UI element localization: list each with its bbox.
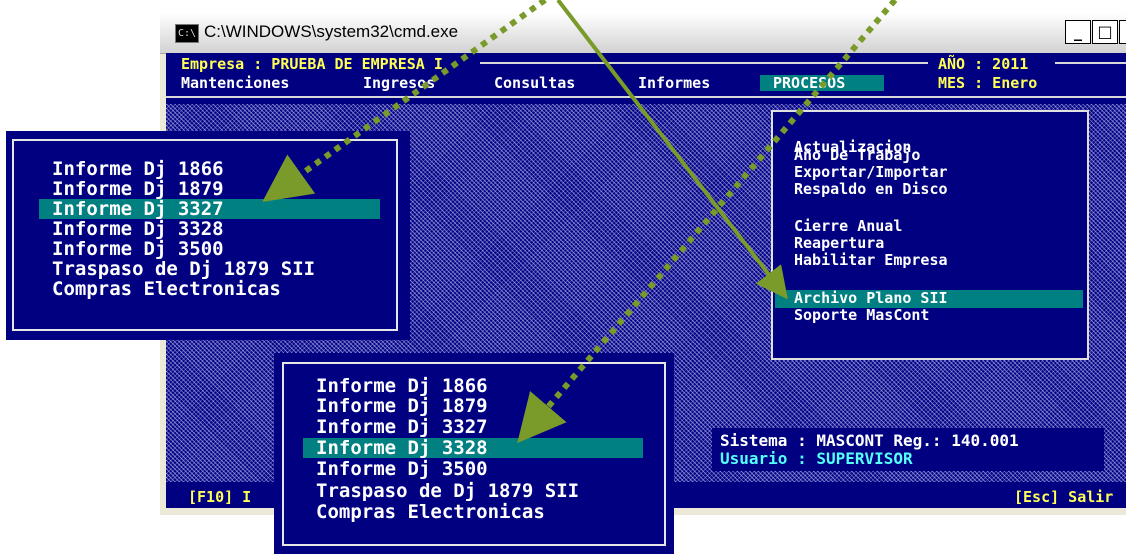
annotation-arrows (262, 0, 898, 444)
arrow-to-3327 (262, 0, 547, 202)
arrow-to-3328 (517, 0, 898, 444)
arrow-to-archivo-plano (556, 0, 788, 300)
